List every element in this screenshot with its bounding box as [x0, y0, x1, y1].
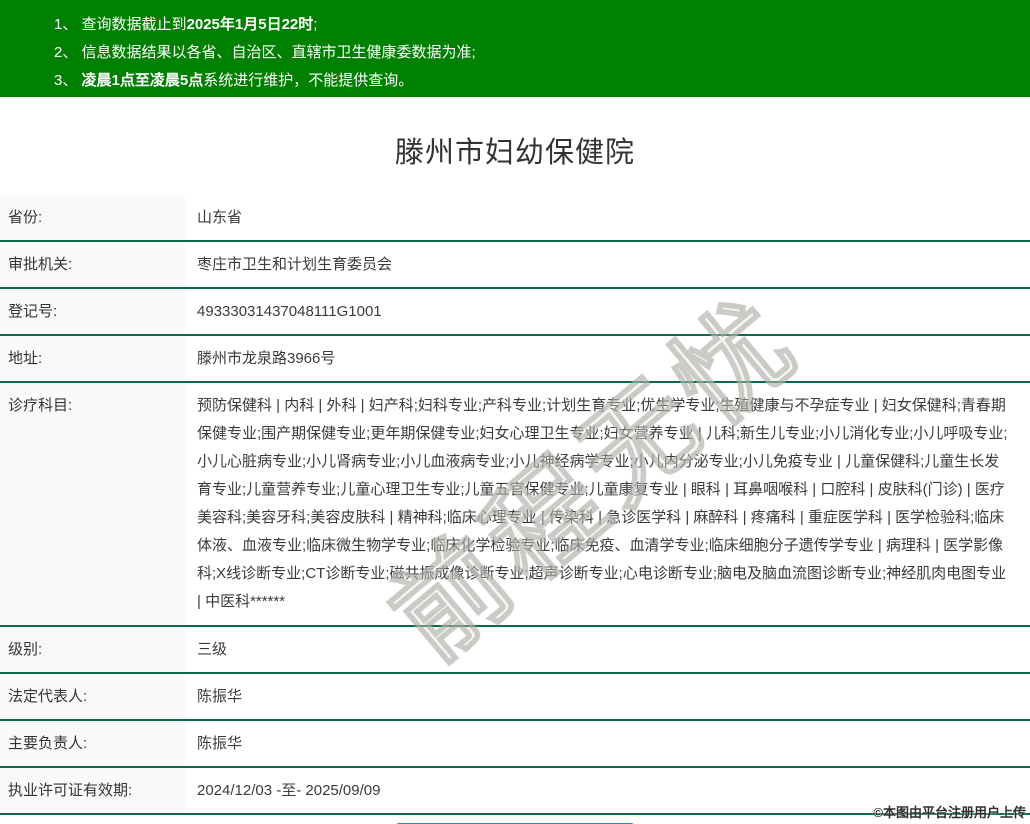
row-label: 登记号: [0, 289, 185, 334]
notice-text: 2、 信息数据结果以各省、自治区、直辖市卫生健康委数据为准; [54, 44, 476, 61]
table-row-main-person-in-charge: 主要负责人: 陈振华 [0, 721, 1030, 768]
table-row-province: 省份: 山东省 [0, 195, 1030, 242]
row-value: 枣庄市卫生和计划生育委员会 [185, 242, 1030, 287]
page-title: 滕州市妇幼保健院 [0, 129, 1030, 171]
table-row-address: 地址: 滕州市龙泉路3966号 [0, 336, 1030, 383]
row-value: 陈振华 [185, 721, 1030, 766]
table-row-legal-representative: 法定代表人: 陈振华 [0, 674, 1030, 721]
notice-bold-text: 凌晨1点至凌晨5点 [82, 72, 204, 89]
row-label: 诊疗科目: [0, 383, 185, 625]
table-row-registration-number: 登记号: 49333031437048111G1001 [0, 289, 1030, 336]
notice-line-2: 2、 信息数据结果以各省、自治区、直辖市卫生健康委数据为准; [54, 39, 1020, 67]
notice-text: 3、 [54, 72, 82, 89]
row-label: 审批机关: [0, 242, 185, 287]
table-row-medical-subjects: 诊疗科目: 预防保健科 | 内科 | 外科 | 妇产科;妇科专业;产科专业;计划… [0, 383, 1030, 627]
notice-bar: 1、 查询数据截止到2025年1月5日22时; 2、 信息数据结果以各省、自治区… [0, 0, 1030, 97]
notice-text: 系统进行维护，不能提供查询。 [203, 72, 413, 89]
row-value: 三级 [185, 627, 1030, 672]
row-value: 陈振华 [185, 674, 1030, 719]
notice-bold-text: 2025年1月5日22时 [187, 16, 314, 33]
row-label: 法定代表人: [0, 674, 185, 719]
row-value: 山东省 [185, 195, 1030, 240]
table-row-approval-authority: 审批机关: 枣庄市卫生和计划生育委员会 [0, 242, 1030, 289]
row-label: 级别: [0, 627, 185, 672]
notice-line-1: 1、 查询数据截止到2025年1月5日22时; [54, 11, 1020, 39]
row-label: 主要负责人: [0, 721, 185, 766]
row-value: 预防保健科 | 内科 | 外科 | 妇产科;妇科专业;产科专业;计划生育专业;优… [185, 383, 1030, 625]
notice-line-3: 3、 凌晨1点至凌晨5点系统进行维护，不能提供查询。 [54, 67, 1020, 95]
upload-credit-watermark: ©本图由平台注册用户上传 [873, 802, 1026, 821]
row-label: 执业许可证有效期: [0, 768, 185, 813]
row-value: 49333031437048111G1001 [185, 289, 1030, 334]
row-label: 地址: [0, 336, 185, 381]
info-table: 省份: 山东省 审批机关: 枣庄市卫生和计划生育委员会 登记号: 4933303… [0, 195, 1030, 815]
notice-text: 1、 查询数据截止到 [54, 16, 187, 33]
table-row-level: 级别: 三级 [0, 627, 1030, 674]
row-value: 滕州市龙泉路3966号 [185, 336, 1030, 381]
notice-text: ; [313, 16, 317, 33]
row-label: 省份: [0, 195, 185, 240]
query-result-page: 1、 查询数据截止到2025年1月5日22时; 2、 信息数据结果以各省、自治区… [0, 0, 1030, 824]
